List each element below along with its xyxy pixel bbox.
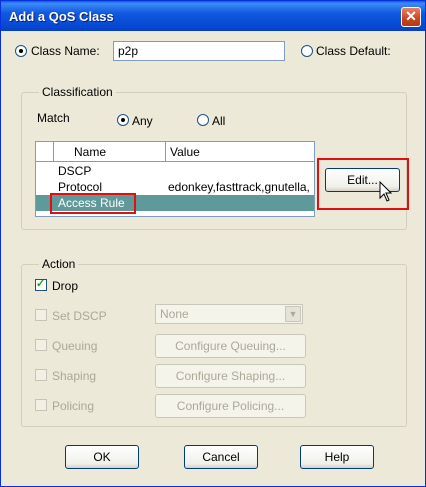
mouse-pointer-icon [379,181,393,202]
window-title: Add a QoS Class [9,9,114,24]
class-name-radio[interactable] [15,45,27,57]
shaping-checkbox[interactable] [35,369,47,381]
match-any-label: Any [132,114,153,128]
table-row-value[interactable]: edonkey,fasttrack,gnutella, [168,180,310,194]
close-icon: ✕ [405,8,417,24]
queuing-checkbox[interactable] [35,339,47,351]
match-label: Match [37,111,70,125]
cancel-button[interactable]: Cancel [184,445,258,469]
class-default-label: Class Default: [316,44,391,58]
ok-button[interactable]: OK [65,445,139,469]
dialog-window: Add a QoS Class ✕ Class Name: p2p Class … [0,0,426,487]
set-dscp-label: Set DSCP [52,309,107,323]
class-name-label: Class Name: [31,44,100,58]
column-header-name[interactable]: Name [54,142,166,162]
policing-label: Policing [52,399,95,413]
set-dscp-checkbox[interactable] [35,309,47,321]
table-row-name[interactable]: DSCP [58,164,91,178]
class-default-radio[interactable] [301,45,313,57]
column-header-value[interactable]: Value [166,142,314,162]
checkmark-icon: ✓ [36,278,46,290]
classification-title: Classification [39,85,116,99]
close-button[interactable]: ✕ [401,7,421,27]
queuing-label: Queuing [52,339,98,353]
title-bar[interactable]: Add a QoS Class ✕ [1,1,425,31]
table-row-name[interactable]: Protocol [58,180,102,194]
match-any-radio[interactable] [117,114,129,126]
match-all-radio[interactable] [197,114,209,126]
configure-shaping-button[interactable]: Configure Shaping... [155,364,306,388]
row-header-column [36,142,54,162]
drop-label: Drop [52,279,79,293]
chevron-down-icon[interactable]: ▼ [285,306,301,322]
configure-queuing-button[interactable]: Configure Queuing... [155,334,306,358]
shaping-label: Shaping [52,369,97,383]
set-dscp-dropdown[interactable]: None ▼ [155,304,303,324]
action-title: Action [39,257,79,271]
set-dscp-value: None [160,307,189,321]
policing-checkbox[interactable] [35,399,47,411]
class-name-input[interactable]: p2p [113,41,285,61]
drop-checkbox[interactable]: ✓ [35,278,47,291]
match-all-label: All [212,114,226,128]
configure-policing-button[interactable]: Configure Policing... [155,394,306,418]
access-rule-highlight [50,193,136,214]
help-button[interactable]: Help [300,445,374,469]
